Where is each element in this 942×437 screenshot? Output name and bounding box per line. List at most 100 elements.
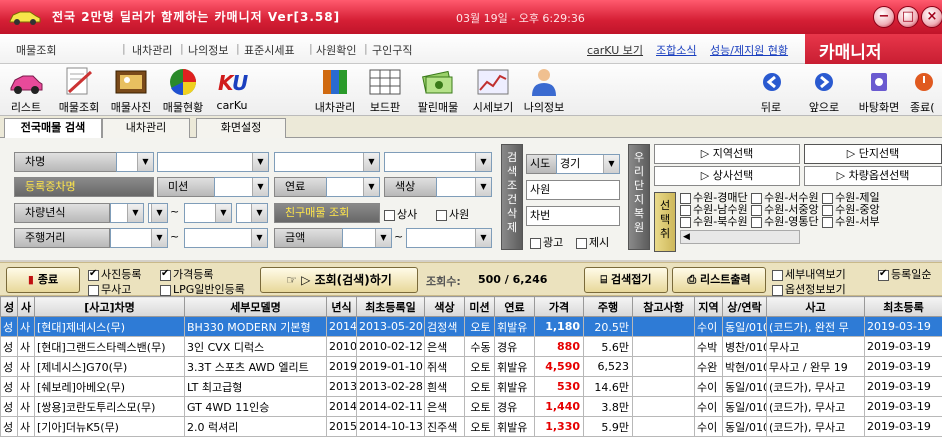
table-row[interactable]: 성사[현대]제네시스(무)BH330 MODERN 기본형20142013-05… [1, 317, 942, 337]
menu-item-staff-check[interactable]: 사원확인 [316, 42, 356, 58]
maximize-button[interactable]: □ [897, 6, 919, 28]
back-button[interactable]: 뒤로 [754, 66, 788, 115]
header-col-mileage[interactable]: 주행 [584, 297, 633, 317]
table-row[interactable]: 성사[현대]그랜드스타렉스밴(무)3인 CVX 디럭스20102010-02-1… [1, 337, 942, 357]
region-2-0[interactable]: 수원-북수원 [680, 215, 748, 228]
region-select-button[interactable]: ▷ 지역선택 [654, 144, 800, 164]
year-label: 차량년식 [14, 203, 110, 223]
exit-button[interactable]: 종료( [910, 66, 942, 115]
exit-action-button[interactable]: ▮ 종료 [6, 267, 80, 293]
cell-col-sa: 사 [18, 397, 35, 417]
board-button[interactable]: 보드판 [365, 66, 405, 115]
year-from-combo[interactable]: ▼ [110, 203, 144, 223]
listing-search-button[interactable]: 매물조회 [54, 66, 104, 115]
mileage-to-combo[interactable]: ▼ [184, 228, 268, 248]
minimize-button[interactable]: − [873, 6, 895, 28]
my-cars-button[interactable]: 내차관리 [309, 66, 361, 115]
region-2-2[interactable]: 수원-서부 [822, 215, 879, 228]
car-model-combo[interactable]: ▼ [157, 152, 269, 172]
table-row[interactable]: 성사[쉐보레]아베오(무)LT 최고급형20132013-02-28흰색오토휘발… [1, 377, 942, 397]
link-carku[interactable]: carKU 보기 [587, 42, 643, 58]
header-col-mission[interactable]: 미션 [465, 297, 495, 317]
region-2-1[interactable]: 수원-영통단 [751, 215, 819, 228]
sold-listings-button[interactable]: 팔린매물 [412, 66, 464, 115]
employee-field[interactable]: 사원 [526, 180, 620, 200]
menu-item-jobs[interactable]: 구인구직 [372, 42, 412, 58]
ad-checkbox[interactable]: 광고 [530, 234, 563, 250]
header-col-sa[interactable]: 사 [18, 297, 35, 317]
no-accident-checkbox[interactable]: 무사고 [88, 281, 131, 297]
photo-reg-checkbox[interactable]: 사진등록 [88, 266, 141, 282]
header-col-first-reg[interactable]: 최초등록일 [357, 297, 425, 317]
query-button[interactable]: ☞ ▷ 조회(검색)하기 [260, 267, 418, 293]
listing-photo-button[interactable]: 매물사진 [106, 66, 156, 115]
region-scrollbar[interactable]: ◀ [680, 230, 800, 244]
header-col-car-name[interactable]: [사고]차명 [35, 297, 185, 317]
collapse-search-button[interactable]: ⌸ 검색접기 [584, 267, 668, 293]
header-col-contact[interactable]: 상/연락 [723, 297, 767, 317]
price-from-combo[interactable]: ▼ [342, 228, 392, 248]
link-union-news[interactable]: 조합소식 [656, 42, 696, 58]
staff-checkbox[interactable]: 사원 [436, 206, 469, 222]
tab-screen-settings[interactable]: 화면설정 [196, 118, 286, 138]
car-grade-combo[interactable]: ▼ [384, 152, 492, 172]
reset-conditions-button[interactable]: 검색조건삭제 [501, 144, 523, 250]
forward-button[interactable]: 앞으로 [804, 66, 844, 115]
detail-view-checkbox[interactable]: 세부내역보기 [772, 266, 846, 282]
reg-date-sort-checkbox[interactable]: 등록일순 [878, 266, 931, 282]
header-col-first-reg-2[interactable]: 최초등록 [865, 297, 942, 317]
city-combo[interactable]: 경기▼ [556, 154, 620, 174]
header-col-notes[interactable]: 참고사항 [633, 297, 695, 317]
close-button[interactable]: × [921, 6, 942, 28]
header-col-price[interactable]: 가격 [535, 297, 584, 317]
carku-button[interactable]: KU carKu [212, 66, 252, 112]
table-row[interactable]: 성사[쌍용]코란도투리스모(무)GT 4WD 11인승20142014-02-1… [1, 397, 942, 417]
list-button[interactable]: 리스트 [4, 66, 48, 115]
mission-combo[interactable]: ▼ [214, 177, 269, 197]
fuel-combo[interactable]: ▼ [326, 177, 380, 197]
cell-col-sung: 성 [1, 377, 18, 397]
my-info-button[interactable]: 나의정보 [520, 66, 568, 115]
menu-item-listings[interactable]: 매물조회 [16, 42, 56, 58]
header-col-year[interactable]: 년식 [327, 297, 357, 317]
menu-item-my-cars[interactable]: 내차관리 [132, 42, 172, 58]
car-option-select-button[interactable]: ▷ 차량옵션선택 [804, 166, 942, 186]
option-view-checkbox[interactable]: 옵션정보보기 [772, 281, 846, 297]
link-performance[interactable]: 성능/제지원 현황 [710, 42, 788, 58]
header-col-region[interactable]: 지역 [695, 297, 723, 317]
header-col-sung[interactable]: 성 [1, 297, 18, 317]
header-col-fuel[interactable]: 연료 [495, 297, 535, 317]
color-combo[interactable]: ▼ [436, 177, 492, 197]
offer-checkbox[interactable]: 제시 [576, 234, 609, 250]
year-to-combo[interactable]: ▼ [184, 203, 232, 223]
tab-national-search[interactable]: 전국매물 검색 [4, 118, 102, 138]
select-cancel-button[interactable]: 선택취 [654, 192, 676, 252]
dealer-select-button[interactable]: ▷ 상사선택 [654, 166, 800, 186]
tab-my-cars[interactable]: 내차관리 [102, 118, 190, 138]
table-row[interactable]: 성사[제네시스]G70(무)3.3T 스포츠 AWD 엘리트20192019-0… [1, 357, 942, 377]
menu-item-price-table[interactable]: 표준시세표 [244, 42, 295, 58]
month-to-combo[interactable]: ▼ [236, 203, 268, 223]
car-detail-combo[interactable]: ▼ [274, 152, 380, 172]
price-view-button[interactable]: 시세보기 [467, 66, 519, 115]
dealer-checkbox[interactable]: 상사 [384, 206, 417, 222]
listing-status-button[interactable]: 매물현황 [158, 66, 208, 115]
menu-item-my-info[interactable]: 나의정보 [188, 42, 228, 58]
cell-col-fuel: 경유 [495, 397, 535, 417]
price-to-combo[interactable]: ▼ [406, 228, 492, 248]
lpg-checkbox[interactable]: LPG일반인등록 [160, 281, 245, 297]
mileage-from-combo[interactable]: ▼ [110, 228, 168, 248]
car-number-field[interactable]: 차번 [526, 206, 620, 226]
complex-select-button[interactable]: ▷ 단지선택 [804, 144, 942, 164]
desktop-button[interactable]: 바탕화면 [852, 66, 906, 115]
header-col-color[interactable]: 색상 [425, 297, 465, 317]
price-reg-checkbox[interactable]: 가격등록 [160, 266, 213, 282]
month-from-combo[interactable]: ▼ [148, 203, 168, 223]
header-col-accident[interactable]: 사고 [767, 297, 865, 317]
printer-icon: ⎙ [687, 273, 696, 286]
header-col-model[interactable]: 세부모델명 [185, 297, 327, 317]
car-name-combo[interactable]: ▼ [116, 152, 154, 172]
cell-col-price: 1,440 [535, 397, 584, 417]
restore-complex-button[interactable]: 우리단지복원 [628, 144, 650, 250]
print-list-button[interactable]: ⎙ 리스트출력 [672, 267, 766, 293]
